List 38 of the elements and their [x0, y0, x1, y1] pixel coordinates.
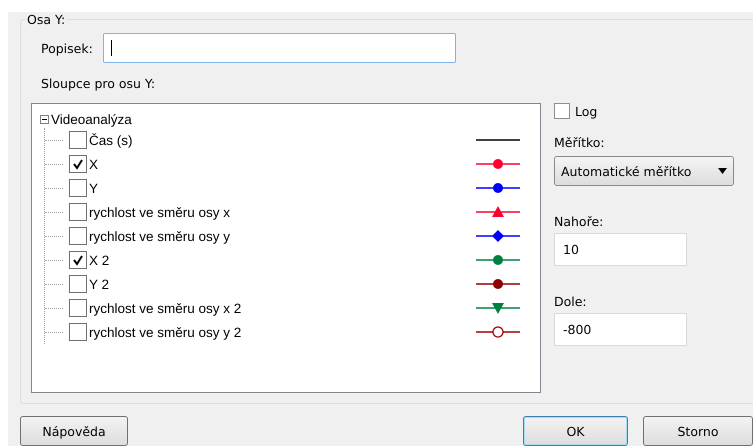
check-icon [71, 157, 85, 171]
scale-label: Měřítko: [554, 135, 605, 150]
dropdown-arrow-icon [718, 168, 727, 174]
checkbox[interactable] [69, 275, 87, 293]
scale-dropdown[interactable]: Automatické měřítko [554, 156, 734, 186]
cancel-button[interactable]: Storno [643, 416, 753, 446]
column-label: X 2 [89, 252, 110, 268]
tree-root-label[interactable]: Videoanalýza [51, 112, 132, 126]
checkbox[interactable] [69, 179, 87, 197]
log-label: Log [575, 104, 598, 118]
column-label: Y 2 [89, 276, 110, 292]
ok-button[interactable]: OK [523, 416, 628, 446]
checkbox[interactable] [69, 155, 87, 173]
top-input-field[interactable]: 10 [554, 233, 687, 266]
bottom-input-field[interactable]: -800 [554, 313, 687, 346]
checkbox[interactable] [69, 131, 87, 149]
top-label: Nahoře: [554, 214, 604, 229]
column-label: rychlost ve směru osy y [89, 228, 232, 244]
checkbox[interactable] [69, 203, 87, 221]
caption-label: Popisek: [41, 40, 93, 56]
column-label: rychlost ve směru osy x 2 [89, 300, 242, 316]
check-icon [71, 253, 85, 267]
collapse-icon[interactable] [40, 114, 49, 124]
columns-label: Sloupce pro osu Y: [41, 76, 156, 91]
caption-input-field[interactable] [102, 33, 456, 63]
checkbox[interactable] [69, 323, 87, 341]
group-title: Osa Y: [26, 12, 66, 27]
column-label: Y [89, 180, 100, 196]
column-label: rychlost ve směru osy y 2 [89, 324, 242, 340]
column-label: X [89, 156, 100, 172]
checkbox[interactable] [69, 227, 87, 245]
bottom-label: Dole: [554, 294, 587, 309]
checkbox[interactable] [69, 251, 87, 269]
column-label: rychlost ve směru osy x [89, 204, 232, 220]
log-checkbox[interactable] [554, 103, 570, 119]
checkbox[interactable] [69, 299, 87, 317]
help-button[interactable]: Nápověda [20, 416, 128, 446]
column-label: Čas (s) [89, 132, 134, 148]
